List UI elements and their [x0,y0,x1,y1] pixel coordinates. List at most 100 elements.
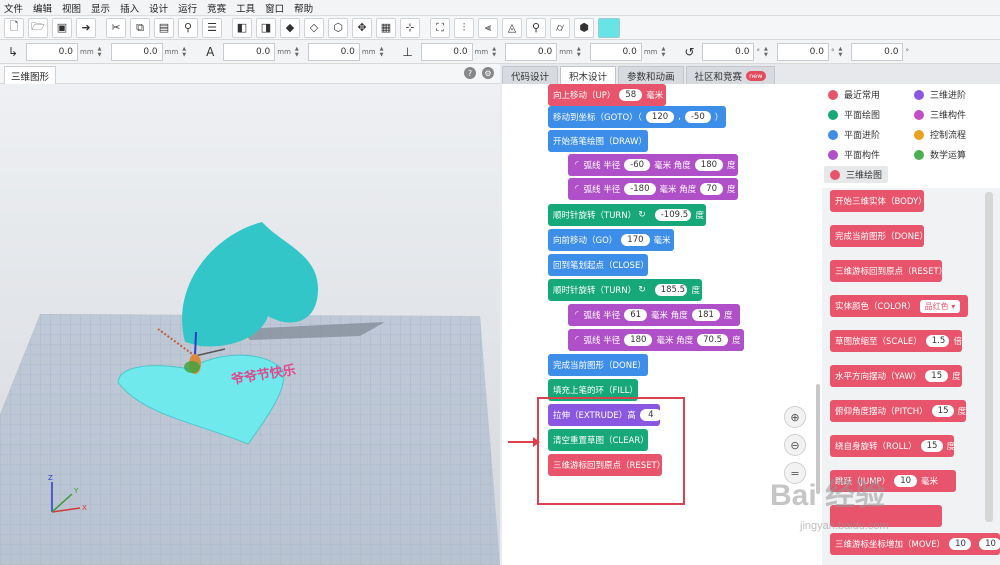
palette-block-pitch[interactable]: 俯仰角度摆动（PITCH） 15 度 [830,400,966,422]
help-icon[interactable]: ? [464,67,476,79]
palette-block-reset[interactable]: 三维游标回到原点（RESET） [830,260,947,282]
tab-code-design[interactable]: 代码设计 [502,66,559,84]
shape-icon[interactable]: ✥ [352,17,372,38]
palette-block-color[interactable]: 实体颜色（COLOR） 品红色 ▾ [830,295,968,317]
highlight-box [537,397,685,505]
cube-wire-icon[interactable]: ⬡ [328,17,348,38]
cut-icon[interactable]: ✂ [106,17,126,38]
zoom-out-icon[interactable]: ⊖ [784,434,806,456]
spinner[interactable]: ▲ ▼ [98,45,105,59]
box-3d-icon[interactable]: ⬢ [574,17,594,38]
palette-block-roll[interactable]: 绕自身旋转（ROLL） 15 度 [830,435,955,457]
search-icon[interactable]: ⚲ [178,17,198,38]
tab-params-animation[interactable]: 参数和动画 [618,66,684,84]
block-close[interactable]: 回到笔划起点（CLOSE） [548,254,649,276]
settings-icon[interactable]: ⚙ [482,67,494,79]
block-arc-3[interactable]: ◜ 弧线 半径 61 毫米 角度 181 度 [568,304,740,326]
menu-display[interactable]: 显示 [91,1,110,15]
palette-block-scale[interactable]: 草图放缩至（SCALE） 1.5 倍 [830,330,962,352]
spinner[interactable]: ▲ ▼ [492,45,499,59]
paint-bucket-icon[interactable]: ◬ [502,17,522,38]
coord-field-6[interactable]: 0.0 [505,42,558,61]
copy-icon[interactable]: ⧉ [130,17,150,38]
color-swatch[interactable] [598,17,620,38]
spinner[interactable]: ▲ ▼ [182,45,189,59]
coord-field-4[interactable]: 0.0 [307,42,360,61]
menu-help[interactable]: 帮助 [294,1,313,15]
block-arc-4[interactable]: ◜ 弧线 半径 180 毫米 角度 70.5 度 [568,329,744,351]
align-vertical-icon[interactable]: ⫷ [478,17,498,38]
block-up[interactable]: 向上移动（UP） 58 毫米 [548,84,666,106]
menu-tools[interactable]: 工具 [236,1,255,15]
menu-view[interactable]: 视图 [62,1,81,15]
palette-scrollbar[interactable] [985,192,993,522]
select-icon[interactable]: ⛶ [430,17,450,38]
import-icon[interactable]: ➜ [76,17,96,38]
menu-run[interactable]: 运行 [178,1,197,15]
zoom-in-icon[interactable]: ⊕ [784,406,806,428]
coord-field-9[interactable]: 0.0 [776,42,829,61]
coord-field-10[interactable]: 0.0 [851,42,904,61]
coord-field-7[interactable]: 0.0 [589,42,642,61]
block-turn-2[interactable]: 顺时针旋转（TURN） ↻ 185.5 度 [548,279,702,301]
tab-3d-view[interactable]: 三维图形 [4,66,57,84]
block-done[interactable]: 完成当前图形（DONE） [548,354,648,376]
new-file-icon[interactable]: 🗋 [4,17,24,38]
block-go[interactable]: 向前移动（GO） 170 毫米 [548,229,674,251]
cube-solid-icon[interactable]: ◆ [280,17,300,38]
grid-icon[interactable]: ▦ [376,17,396,38]
open-folder-icon[interactable]: 🗁 [28,17,48,38]
coord-field-8[interactable]: 0.0 [702,42,755,61]
tab-block-design[interactable]: 积木设计 [560,66,617,84]
category-3d-parts[interactable]: 三维构件 [914,108,966,121]
rotate-cw-icon: ↻ [638,285,646,295]
block-turn-1[interactable]: 顺时针旋转（TURN） ↻ -109.5 度 [548,204,706,226]
coord-field-5[interactable]: 0.0 [420,42,473,61]
coord-field-3[interactable]: 0.0 [223,42,276,61]
spinner[interactable]: ▲ ▼ [838,45,845,59]
save-icon[interactable]: ▣ [52,17,72,38]
block-arc-1[interactable]: ◜ 弧线 半径 -60 毫米 角度 180 度 [568,154,738,176]
palette-block-done[interactable]: 完成当前图形（DONE） [830,225,928,247]
color-dropdown[interactable]: 品红色 ▾ [919,299,961,313]
palette-block-yaw[interactable]: 水平方向摆动（YAW） 15 度 [830,365,962,387]
category-math[interactable]: 数学运算 [914,148,966,161]
menu-design[interactable]: 设计 [149,1,168,15]
paste-icon[interactable]: ▤ [154,17,174,38]
cylinder-icon[interactable]: ⌭ [550,17,570,38]
palette-block-move[interactable]: 三维游标坐标增加（MOVE） 10 10 [830,533,1000,555]
menu-file[interactable]: 文件 [4,1,23,15]
spinner[interactable]: ▲ ▼ [380,45,387,59]
category-recent[interactable]: 最近常用 [828,88,880,101]
palette-block-body[interactable]: 开始三维实体（BODY） [830,190,927,212]
category-3d-drawing[interactable]: 三维绘图 [824,166,889,183]
category-2d-drawing[interactable]: 平面绘图 [828,108,880,121]
list-icon[interactable]: ☰ [202,17,222,38]
block-arc-2[interactable]: ◜ 弧线 半径 -180 毫米 角度 70 度 [568,178,738,200]
category-3d-advanced[interactable]: 三维进阶 [914,88,966,101]
cube-outline-icon[interactable]: ◇ [304,17,324,38]
align-icon[interactable]: ⫶ [454,17,474,38]
axis-icon[interactable]: ⊹ [400,17,420,38]
category-2d-advanced[interactable]: 平面进阶 [828,128,880,141]
block-draw[interactable]: 开始落笔绘图（DRAW） [548,130,648,152]
spinner[interactable]: ▲ ▼ [764,45,771,59]
menu-contest[interactable]: 竞赛 [207,1,226,15]
menu-window[interactable]: 窗口 [265,1,284,15]
coord-field-1[interactable]: 0.0 [26,42,78,61]
category-2d-parts[interactable]: 平面构件 [828,148,880,161]
menu-edit[interactable]: 编辑 [33,1,52,15]
spinner[interactable]: ▲ ▼ [577,45,584,59]
menu-insert[interactable]: 插入 [120,1,139,15]
category-control[interactable]: 控制流程 [914,128,966,141]
spinner[interactable]: ▲ ▼ [295,45,302,59]
spinner[interactable]: ▲ ▼ [661,45,668,59]
block-goto[interactable]: 移动到坐标（GOTO）（ 120, -50） [548,106,726,128]
coord-field-2[interactable]: 0.0 [110,42,163,61]
pin-icon[interactable]: ⚲ [526,17,546,38]
cube-icon[interactable]: ◨ [256,17,276,38]
main-toolbar: 🗋 🗁 ▣ ➜ ✂ ⧉ ▤ ⚲ ☰ ◧ ◨ ◆ ◇ ⬡ ✥ ▦ ⊹ ⛶ ⫶ ⫷ … [0,16,1000,40]
3d-viewport[interactable]: 爷爷节快乐 Z X Y [0,84,500,565]
tab-community[interactable]: 社区和竞赛 new [685,66,775,84]
cube-front-icon[interactable]: ◧ [232,17,252,38]
